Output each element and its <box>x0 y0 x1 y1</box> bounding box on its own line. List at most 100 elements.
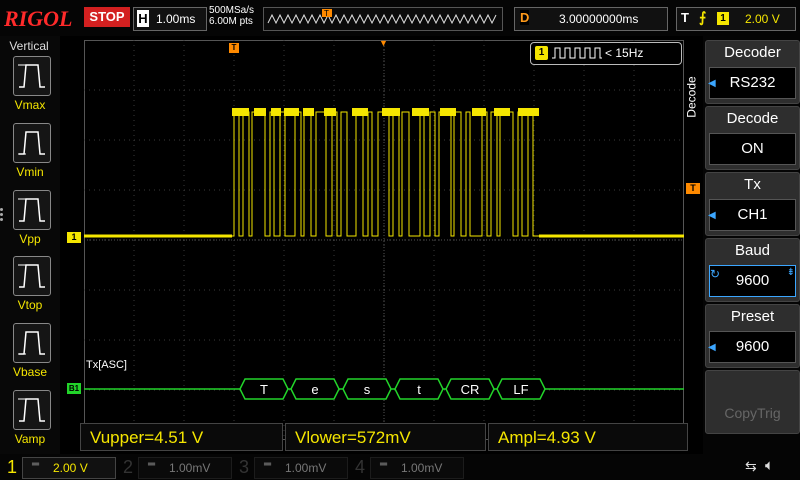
channel1-high-segment <box>518 108 539 116</box>
measure-label: Vmin <box>16 165 44 179</box>
channel-1-status[interactable]: 1 ═ 2.00 V <box>2 455 116 479</box>
channel1-high-segment <box>254 108 266 116</box>
timebase-box[interactable]: H 1.00ms <box>133 7 207 31</box>
measure-vtop-button[interactable] <box>13 256 51 296</box>
menu-title-vertical: Decode <box>685 56 703 146</box>
counter-channel-badge: 1 <box>535 46 548 60</box>
menu-baud-softkey[interactable]: Baud 9600 ↻ ⇟ <box>705 238 800 302</box>
vtop-icon <box>18 264 45 288</box>
channel1-high-segment <box>232 108 249 116</box>
decoded-frame-text: LF <box>513 382 528 397</box>
softkey-value: 9600 <box>709 265 796 297</box>
selector-arrow-icon: ◀ <box>708 342 716 353</box>
channel-scale: 2.00 V <box>53 461 88 475</box>
measure-vbase-button[interactable] <box>13 323 51 363</box>
usb-icon: ⇆ <box>745 458 757 474</box>
menu-side-title: Decode <box>684 76 699 118</box>
timebase-value: 1.00ms <box>156 12 196 26</box>
speaker-muted-icon[interactable]: 🔈︎ <box>765 457 774 474</box>
trigger-position-marker[interactable]: T <box>229 43 239 53</box>
measurement-results-bar: Vupper=4.51 V Vlower=572mV Ampl=4.93 V <box>80 423 688 453</box>
copytrig-label: CopyTrig <box>724 405 781 421</box>
trigger-level: 2.00 V <box>745 12 780 26</box>
channel-number: 3 <box>238 457 249 477</box>
channel-4-status[interactable]: 4 ═ 1.00mV <box>350 455 464 479</box>
channel1-offset-marker[interactable]: 1 <box>67 232 81 243</box>
bus-label: Tx[ASC] <box>86 359 127 371</box>
measure-label: Vtop <box>17 298 43 312</box>
decoded-frame-text: e <box>311 382 318 397</box>
softkey-value: RS232 <box>709 67 796 99</box>
dc-coupling-icon: ═ <box>32 459 40 470</box>
measure-label: Vamp <box>14 432 46 446</box>
frequency-counter[interactable]: 1 < 15Hz <box>530 42 682 65</box>
menu-decoder-softkey[interactable]: Decoder RS232 ◀ <box>705 40 800 104</box>
center-arrow-icon: ▼ <box>379 38 388 48</box>
channel1-high-segment <box>303 108 314 116</box>
decoded-frame-text: s <box>364 382 371 397</box>
measure-vamp-button[interactable] <box>13 390 51 430</box>
menu-decode-softkey[interactable]: Decode ON <box>705 106 800 170</box>
dc-coupling-icon: ═ <box>380 459 388 470</box>
softkey-value: 9600 <box>709 331 796 363</box>
counter-value: < 15Hz <box>605 46 644 60</box>
channel1-high-segment <box>382 108 400 116</box>
memory-depth: 6.00M pts <box>209 16 253 27</box>
channel-number: 1 <box>6 457 17 477</box>
square-wave-icon <box>552 47 602 59</box>
decoded-frame-text: t <box>417 382 421 397</box>
channel-3-status[interactable]: 3 ═ 1.00mV <box>234 455 348 479</box>
waveform-display[interactable]: Te s t CR LF <box>84 40 684 440</box>
softkey-title: Baud <box>734 242 771 259</box>
acquisition-info: 500MSa/s 6.00M pts <box>209 5 254 27</box>
channel-scale-box: ═ 1.00mV <box>370 457 464 479</box>
knob-rotate-icon: ↻ <box>710 267 721 281</box>
channel-2-status[interactable]: 2 ═ 1.00mV <box>118 455 232 479</box>
measure-label: Vbase <box>12 365 48 379</box>
memory-waveform-icon: T <box>267 9 497 25</box>
vbase-icon <box>18 331 45 355</box>
menu-copytrig-softkey[interactable]: CopyTrig <box>705 370 800 434</box>
panel-scroll-indicator-left <box>0 206 4 223</box>
trigger-box[interactable]: T ⨍ 1 2.00 V <box>676 7 796 31</box>
menu-tx-softkey[interactable]: Tx CH1 ◀ <box>705 172 800 236</box>
bus-position-marker[interactable]: B1 <box>67 383 81 394</box>
brand-logo: RIGOL <box>4 6 73 31</box>
delay-label: D <box>520 10 530 25</box>
trigger-level-marker[interactable]: T <box>686 183 700 194</box>
channel1-high-segment <box>284 108 299 116</box>
channel1-high-segment <box>324 108 336 116</box>
vpp-icon <box>18 198 45 222</box>
vamp-icon <box>18 398 45 422</box>
softkey-value: ON <box>709 133 796 165</box>
channel1-high-segment <box>472 108 486 116</box>
measurement-ampl[interactable]: Ampl=4.93 V <box>488 423 688 451</box>
measure-vpp-button[interactable] <box>13 190 51 230</box>
memory-position-bar[interactable]: T <box>263 7 503 31</box>
vmin-icon <box>18 131 45 155</box>
softkey-title: Tx <box>744 176 761 193</box>
sample-rate: 500MSa/s <box>209 5 255 16</box>
measure-label: Vpp <box>19 232 41 246</box>
measurement-vlower[interactable]: Vlower=572mV <box>285 423 486 451</box>
channel-scale-box: ═ 1.00mV <box>254 457 348 479</box>
softkey-title: Decode <box>726 110 779 127</box>
softkey-title: Decoder <box>724 44 781 61</box>
menu-preset-softkey[interactable]: Preset 9600 ◀ <box>705 304 800 368</box>
waveform-grid: Te s t CR LF <box>84 40 684 440</box>
channel-scale: 1.00mV <box>401 461 443 475</box>
measure-vmax-button[interactable] <box>13 56 51 96</box>
channel1-high-segment <box>412 108 429 116</box>
channel1-high-segment <box>271 108 281 116</box>
delay-box[interactable]: D 3.00000000ms <box>514 7 668 31</box>
selector-arrow-icon: ◀ <box>708 78 716 89</box>
channel-number: 2 <box>122 457 133 477</box>
measurement-vupper[interactable]: Vupper=4.51 V <box>80 423 283 451</box>
run-stop-status[interactable]: STOP <box>84 7 130 27</box>
measure-vmin-button[interactable] <box>13 123 51 163</box>
softkey-title: Preset <box>730 308 775 325</box>
channel-scale: 1.00mV <box>285 461 327 475</box>
softkey-value: CH1 <box>709 199 796 231</box>
channel-number: 4 <box>354 457 365 477</box>
decoded-frame-text: CR <box>461 382 480 397</box>
